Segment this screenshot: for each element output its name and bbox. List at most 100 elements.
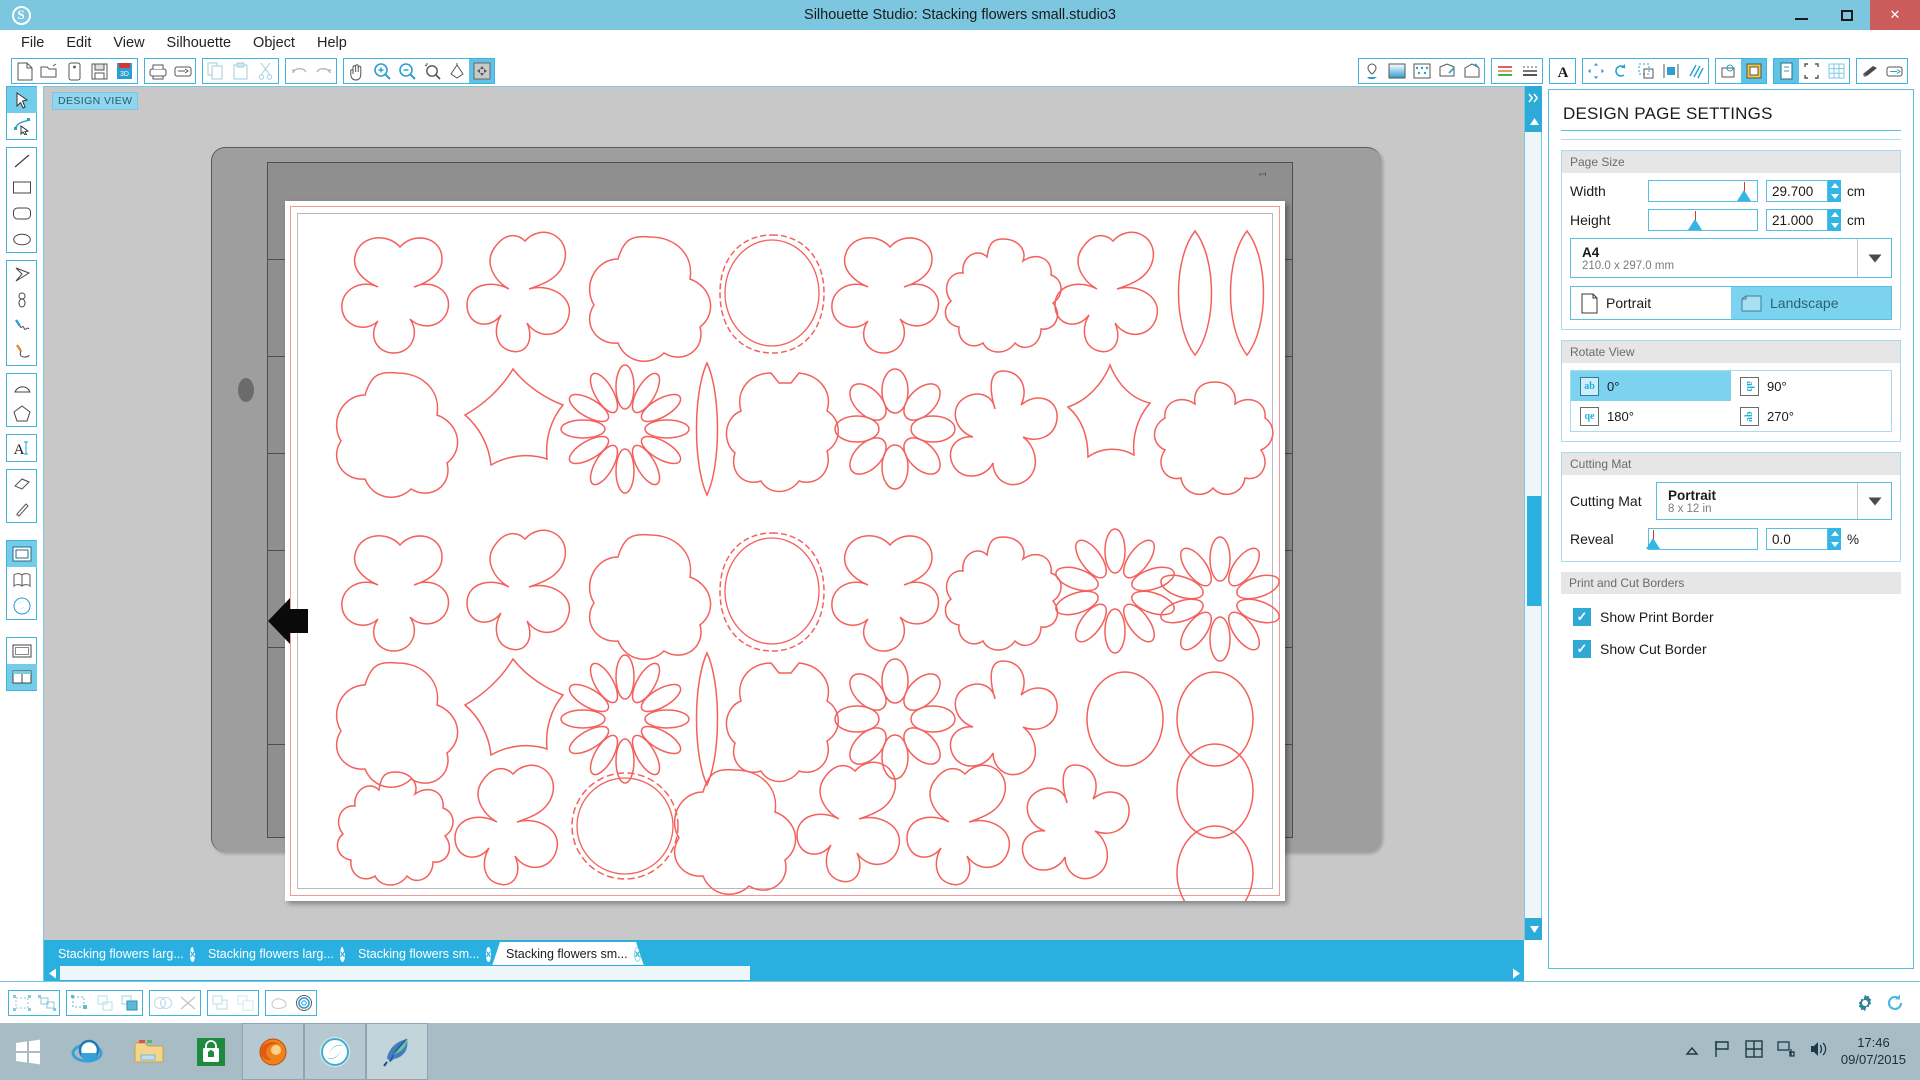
file-explorer-icon[interactable]: [118, 1023, 180, 1080]
canvas-vertical-scrollbar[interactable]: [1524, 86, 1543, 940]
height-input[interactable]: 21.000: [1766, 209, 1828, 231]
tab-close-icon[interactable]: x: [634, 947, 642, 962]
new-document-icon[interactable]: [12, 59, 37, 83]
zoom-in-icon[interactable]: [369, 59, 394, 83]
maximize-button[interactable]: [1824, 0, 1870, 30]
menu-edit[interactable]: Edit: [55, 33, 102, 53]
send-to-silhouette-icon[interactable]: [170, 59, 195, 83]
minimize-button[interactable]: [1778, 0, 1824, 30]
line-tool-icon[interactable]: [7, 148, 37, 174]
cut-settings-icon[interactable]: [1857, 59, 1882, 83]
menu-object[interactable]: Object: [242, 33, 306, 53]
line-style-icon[interactable]: [1459, 59, 1484, 83]
close-button[interactable]: ✕: [1870, 0, 1920, 30]
rounded-rectangle-tool-icon[interactable]: [7, 200, 37, 226]
select-arrow-icon[interactable]: [7, 87, 37, 113]
redo-icon[interactable]: [311, 59, 336, 83]
knife-tool-icon[interactable]: [7, 496, 37, 522]
silhouette-studio-icon[interactable]: [304, 1023, 366, 1080]
text-tool-icon[interactable]: A: [7, 435, 37, 461]
rotate-icon[interactable]: [1608, 59, 1633, 83]
send-to-cutter-icon[interactable]: [1882, 59, 1907, 83]
arc-tool-icon[interactable]: [7, 374, 37, 400]
send-backward-icon[interactable]: [208, 991, 233, 1015]
menu-silhouette[interactable]: Silhouette: [156, 33, 243, 53]
text-style-icon[interactable]: A: [1550, 59, 1575, 83]
polygon-tool-icon[interactable]: [7, 261, 37, 287]
chevron-down-icon[interactable]: [1857, 239, 1891, 277]
scroll-left-button[interactable]: [44, 965, 60, 981]
height-stepper[interactable]: [1828, 209, 1841, 231]
windows-tray-icon[interactable]: [1745, 1040, 1763, 1063]
cut-icon[interactable]: [253, 59, 278, 83]
design-view-icon[interactable]: [7, 638, 37, 664]
regular-polygon-tool-icon[interactable]: [7, 400, 37, 426]
copy-icon[interactable]: [203, 59, 228, 83]
firefox-icon[interactable]: [242, 1023, 304, 1080]
horizontal-scroll-thumb[interactable]: [60, 966, 750, 980]
menu-file[interactable]: File: [10, 33, 55, 53]
document-tab[interactable]: Stacking flowers larg... x: [44, 942, 199, 966]
line-thickness-icon[interactable]: [1492, 59, 1517, 83]
open-recent-icon[interactable]: [62, 59, 87, 83]
design-canvas[interactable]: DESIGN VIEW 1 12: [44, 86, 1524, 940]
smooth-freehand-tool-icon[interactable]: [7, 339, 37, 365]
group-icon[interactable]: [9, 991, 34, 1015]
send-to-back-icon[interactable]: [233, 991, 258, 1015]
height-slider[interactable]: [1648, 209, 1758, 231]
ellipse-tool-icon[interactable]: [7, 226, 37, 252]
zoom-out-icon[interactable]: [394, 59, 419, 83]
scroll-right-button[interactable]: [1508, 965, 1524, 981]
rotate-90-button[interactable]: ab 90°: [1731, 371, 1891, 401]
freehand-tool-icon[interactable]: [7, 313, 37, 339]
collapse-panel-button[interactable]: [1525, 86, 1543, 110]
show-cut-border-checkbox[interactable]: ✓: [1573, 640, 1591, 658]
save-library-icon[interactable]: 3D: [112, 59, 137, 83]
registration-marks-icon[interactable]: [1799, 59, 1824, 83]
scroll-down-button[interactable]: [1525, 918, 1543, 940]
eraser-tool-icon[interactable]: [7, 470, 37, 496]
gradient-fill-icon[interactable]: [1384, 59, 1409, 83]
vertical-scroll-thumb[interactable]: [1527, 496, 1541, 606]
curve-tool-icon[interactable]: [7, 287, 37, 313]
menu-view[interactable]: View: [102, 33, 155, 53]
store-panel-icon[interactable]: [7, 593, 37, 619]
pan-hand-icon[interactable]: [344, 59, 369, 83]
line-color-icon[interactable]: [1434, 59, 1459, 83]
grid-icon[interactable]: [1824, 59, 1849, 83]
rotate-0-button[interactable]: ab 0°: [1571, 371, 1731, 401]
save-icon[interactable]: [87, 59, 112, 83]
rotate-180-button[interactable]: qe 180°: [1571, 401, 1731, 431]
reveal-input[interactable]: 0.0: [1766, 528, 1828, 550]
zoom-selection-icon[interactable]: [419, 59, 444, 83]
weld-icon[interactable]: [150, 991, 175, 1015]
reveal-stepper[interactable]: [1828, 528, 1841, 550]
design-page-settings-icon[interactable]: [1774, 59, 1799, 83]
offset-icon[interactable]: [1741, 59, 1766, 83]
release-compound-path-icon[interactable]: [92, 991, 117, 1015]
print-icon[interactable]: [145, 59, 170, 83]
flower-shapes-layer[interactable]: [285, 201, 1285, 901]
taskbar-clock[interactable]: 17:46 09/07/2015: [1841, 1035, 1906, 1068]
gear-icon[interactable]: [1850, 991, 1880, 1015]
page-size-preset-dropdown[interactable]: A4 210.0 x 297.0 mm: [1570, 238, 1892, 278]
windows-start-icon[interactable]: [0, 1023, 56, 1080]
rotate-270-button[interactable]: ab 270°: [1731, 401, 1891, 431]
orientation-landscape-button[interactable]: Landscape: [1731, 287, 1891, 319]
menu-help[interactable]: Help: [306, 33, 358, 53]
offset-ring-icon[interactable]: [291, 991, 316, 1015]
cutting-mat-dropdown[interactable]: Portrait 8 x 12 in: [1656, 482, 1892, 520]
merge-icon[interactable]: [266, 991, 291, 1015]
sync-icon[interactable]: [1880, 991, 1910, 1015]
library-panel-icon[interactable]: [7, 567, 37, 593]
fill-color-icon[interactable]: [1359, 59, 1384, 83]
design-page-panel-icon[interactable]: [7, 541, 37, 567]
show-print-border-row[interactable]: ✓ Show Print Border: [1563, 601, 1893, 633]
open-folder-icon[interactable]: [37, 59, 62, 83]
edit-points-icon[interactable]: [7, 113, 37, 139]
show-print-border-checkbox[interactable]: ✓: [1573, 608, 1591, 626]
scale-icon[interactable]: [1633, 59, 1658, 83]
replicate-icon[interactable]: [1683, 59, 1708, 83]
canvas-horizontal-scrollbar[interactable]: [44, 965, 1524, 981]
width-input[interactable]: 29.700: [1766, 180, 1828, 202]
